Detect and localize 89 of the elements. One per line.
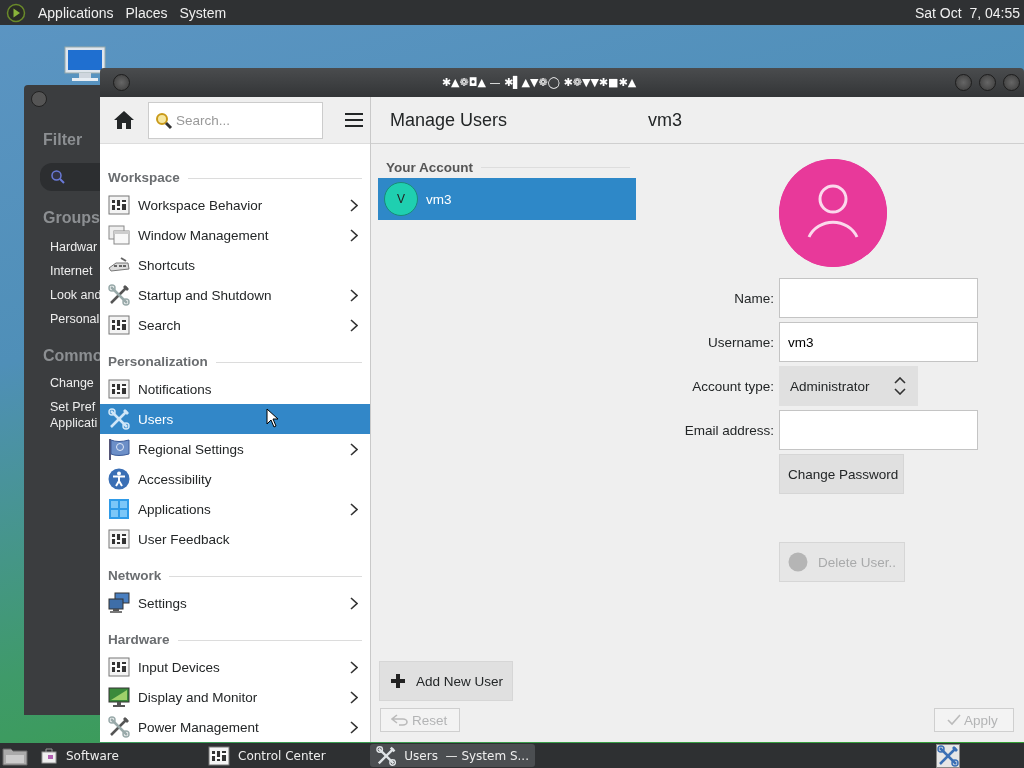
sidebar-item[interactable]: Accessibility — [100, 464, 370, 494]
up-down-icon — [894, 377, 906, 395]
bag-icon — [40, 746, 58, 765]
accessibility-icon — [108, 468, 130, 490]
section-heading: Network — [108, 568, 162, 583]
sidebar-item[interactable]: Settings — [100, 588, 370, 618]
control-panel-icon — [108, 656, 130, 678]
wrench-screwdriver-icon — [108, 284, 130, 306]
sidebar-item[interactable]: Notifications — [100, 374, 370, 404]
grid-icon — [108, 498, 130, 520]
account-type-dropdown[interactable]: Administrator — [779, 366, 918, 406]
menu-icon — [345, 113, 363, 127]
user-avatar: V — [384, 182, 418, 216]
sidebar-item[interactable]: Regional Settings — [100, 434, 370, 464]
wrench-screwdriver-icon — [376, 744, 397, 767]
window-control-button[interactable] — [113, 74, 130, 91]
user-title: vm3 — [648, 109, 682, 131]
section-heading: Personalization — [108, 354, 208, 369]
window-title: ✱▲❁◘▲ — ✱▌▲▼❁◯ ✱❁▼▼✱■✱▲ — [440, 76, 638, 89]
flag-icon — [108, 438, 130, 460]
wrench-screwdriver-icon — [108, 716, 130, 738]
input-field[interactable]: vm3 — [779, 322, 978, 362]
sidebar-item[interactable]: Display and Monitor — [100, 682, 370, 712]
taskbar-button[interactable]: Control Center — [202, 744, 367, 767]
computer-icon[interactable] — [64, 46, 106, 82]
wrench-screwdriver-icon — [937, 744, 959, 767]
change-password-button[interactable]: Change Password — [779, 454, 904, 494]
mouse-cursor-icon — [266, 408, 279, 428]
input-field[interactable] — [779, 410, 978, 450]
sidebar-item[interactable]: Workspace Behavior — [100, 190, 370, 220]
play-circle-icon[interactable] — [6, 2, 26, 23]
input-field[interactable] — [779, 278, 978, 318]
check-icon — [947, 714, 961, 726]
add-user-button[interactable]: Add New User — [379, 661, 513, 701]
monitor-icon — [108, 686, 130, 708]
control-panel-icon — [108, 528, 130, 550]
user-list-item[interactable]: V vm3 — [378, 178, 636, 220]
plus-icon — [390, 673, 406, 689]
window-control-button[interactable] — [955, 74, 972, 91]
section-heading: Groups — [43, 209, 100, 227]
menu-item[interactable]: Applications — [38, 2, 114, 23]
clock: Sat Oct 7, 04:55 — [914, 4, 1020, 21]
task-item[interactable]: Set Pref Applicati — [50, 399, 100, 431]
field-label: Account type: — [691, 378, 774, 394]
sidebar-item[interactable]: Applications — [100, 494, 370, 524]
sidebar-item[interactable]: Input Devices — [100, 652, 370, 682]
folder-icon[interactable] — [2, 745, 28, 766]
search-icon — [155, 111, 173, 130]
sidebar-item[interactable]: Search — [100, 310, 370, 340]
sidebar-item[interactable]: Users — [100, 404, 370, 434]
windows-icon — [108, 224, 130, 246]
section-heading: Workspace — [108, 170, 180, 185]
filter-label: Filter — [43, 131, 84, 149]
circle-icon — [788, 552, 808, 572]
group-item[interactable]: Internet — [50, 259, 100, 283]
undo-icon — [391, 714, 409, 726]
control-panel-icon — [108, 194, 130, 216]
sidebar-item[interactable]: User Feedback — [100, 524, 370, 554]
sidebar-item[interactable]: Window Management — [100, 220, 370, 250]
home-icon — [113, 110, 135, 130]
control-panel-icon — [108, 378, 130, 400]
computers-icon — [108, 592, 130, 614]
section-heading: Commo — [43, 347, 100, 365]
window-control-button[interactable] — [979, 74, 996, 91]
group-item[interactable]: Hardwar — [50, 235, 100, 259]
search-field[interactable]: Search... — [148, 101, 323, 139]
field-label: Email address: — [683, 422, 774, 438]
window-control-button[interactable] — [31, 91, 47, 107]
sidebar-item[interactable]: Shortcuts — [100, 250, 370, 280]
section-heading: Hardware — [108, 632, 170, 647]
section-heading: Your Account — [386, 159, 473, 175]
filter-field[interactable] — [40, 163, 100, 191]
window-control-button[interactable] — [1003, 74, 1020, 91]
group-item[interactable]: Personal — [50, 307, 100, 331]
wrench-screwdriver-icon — [108, 408, 130, 430]
user-avatar-icon — [779, 159, 887, 267]
menu-item[interactable]: Places — [125, 2, 168, 23]
page-title: Manage Users — [389, 109, 509, 131]
taskbar-button[interactable]: Users — System S... — [370, 744, 535, 767]
search-icon — [50, 169, 66, 185]
field-label: Username: — [706, 334, 774, 350]
menu-item[interactable]: System — [179, 2, 227, 23]
tray-button[interactable] — [936, 743, 960, 768]
sidebar-item[interactable]: Power Management — [100, 712, 370, 742]
control-panel-icon — [108, 314, 130, 336]
task-item[interactable]: Change — [50, 375, 100, 391]
taskbar-button[interactable]: Software — [34, 744, 199, 767]
field-label: Name: — [733, 290, 774, 306]
sidebar-item[interactable]: Startup and Shutdown — [100, 280, 370, 310]
